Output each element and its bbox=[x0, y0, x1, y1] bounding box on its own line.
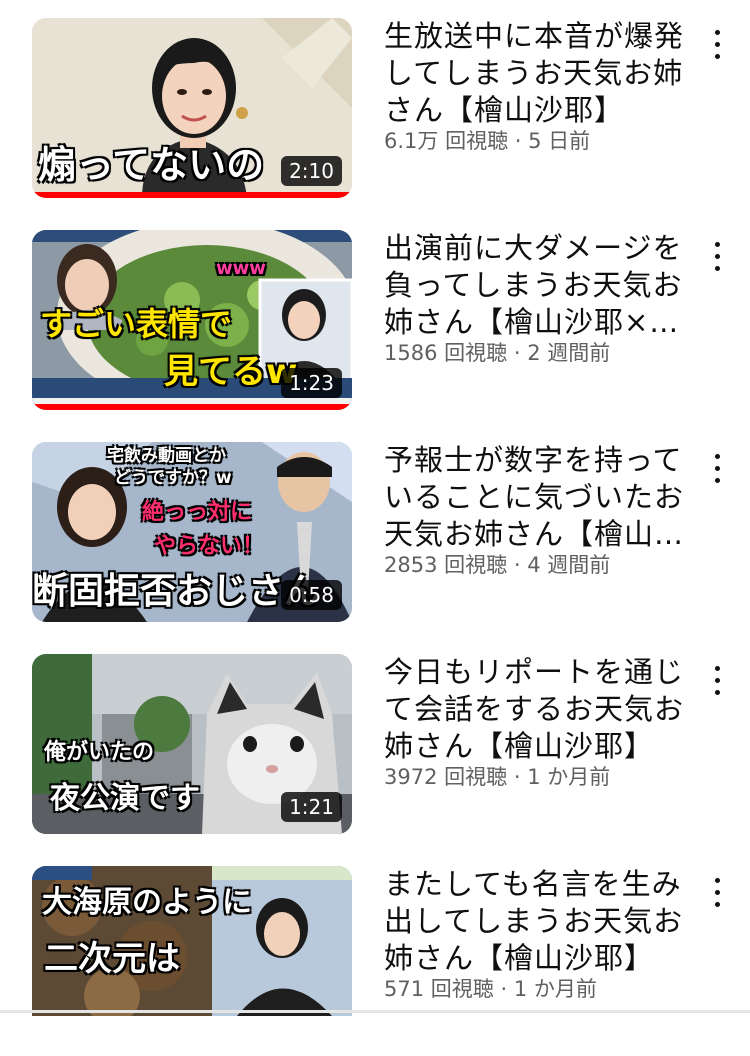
title-line: さん【檜山沙耶】 bbox=[384, 93, 625, 127]
video-title[interactable]: 今日もリポートを通じ て会話をするお天気お 姉さん【檜山沙耶】 bbox=[384, 654, 694, 765]
vertical-ellipsis-icon[interactable] bbox=[706, 452, 730, 488]
title-line: 出してしまうお天気お bbox=[384, 904, 684, 938]
meta-separator: · bbox=[513, 341, 521, 365]
upload-age: 2 週間前 bbox=[527, 341, 611, 365]
title-line: してしまうお天気お姉 bbox=[384, 56, 684, 90]
title-line: またしても名言を生み bbox=[384, 867, 682, 901]
thumbnail-caption: 断固拒否おじさん bbox=[32, 571, 321, 612]
thumbnail-caption: 見てるw bbox=[164, 352, 298, 392]
duration-badge: 1:23 bbox=[281, 368, 342, 398]
title-line: 今日もリポートを通じ bbox=[384, 655, 685, 689]
video-item[interactable]: 大海原のように 二次元は またしても名言を生み 出してしまうお天気お 姉さん【檜… bbox=[0, 866, 750, 1056]
vertical-ellipsis-icon[interactable] bbox=[706, 876, 730, 912]
duration-badge: 2:10 bbox=[281, 156, 342, 186]
title-line: 負ってしまうお天気お bbox=[384, 268, 683, 302]
video-item[interactable]: 宅飲み動画とか どうですか？w 絶っっ対に やらない！ 断固拒否おじさん 0:5… bbox=[0, 442, 750, 632]
video-meta: 6.1万 回視聴 · 5 日前 bbox=[384, 128, 704, 154]
thumbnail-caption: 絶っっ対に bbox=[142, 500, 253, 525]
video-meta: 571 回視聴 · 1 か月前 bbox=[384, 976, 704, 1002]
meta-separator: · bbox=[500, 977, 508, 1001]
view-count: 1586 回視聴 bbox=[384, 341, 508, 365]
vertical-ellipsis-icon[interactable] bbox=[706, 28, 730, 64]
video-thumbnail[interactable]: 俺がいたの 夜公演です 1:21 bbox=[32, 654, 352, 834]
upload-age: 5 日前 bbox=[528, 129, 591, 153]
thumbnail-caption: やらない！ bbox=[154, 534, 265, 559]
upload-age: 4 週間前 bbox=[527, 553, 611, 577]
video-item[interactable]: www すごい表情で 見てるw 1:23 出演前に大ダメージを 負ってしまうお天… bbox=[0, 230, 750, 420]
thumbnail-caption: 俺がいたの bbox=[44, 740, 155, 765]
watch-progress-bar bbox=[32, 192, 352, 198]
title-line: 天気お姉さん【檜山… bbox=[384, 517, 685, 551]
view-count: 571 回視聴 bbox=[384, 977, 494, 1001]
upload-age: 1 か月前 bbox=[513, 977, 597, 1001]
duration-badge: 0:58 bbox=[281, 580, 342, 610]
view-count: 6.1万 回視聴 bbox=[384, 129, 509, 153]
title-line: 姉さん【檜山沙耶×… bbox=[384, 305, 680, 339]
meta-separator: · bbox=[514, 129, 522, 153]
title-line: 生放送中に本音が爆発 bbox=[384, 19, 685, 53]
upload-age: 1 か月前 bbox=[527, 765, 611, 789]
view-count: 2853 回視聴 bbox=[384, 553, 508, 577]
title-line: 予報士が数字を持って bbox=[384, 443, 683, 477]
title-line: 姉さん【檜山沙耶】 bbox=[384, 941, 655, 975]
video-thumbnail[interactable]: 煽ってないの 2:10 bbox=[32, 18, 352, 198]
video-meta: 1586 回視聴 · 2 週間前 bbox=[384, 340, 704, 366]
thumbnail-caption: 夜公演です bbox=[50, 781, 200, 816]
video-item[interactable]: 俺がいたの 夜公演です 1:21 今日もリポートを通じ て会話をするお天気お 姉… bbox=[0, 654, 750, 844]
video-title[interactable]: 予報士が数字を持って いることに気づいたお 天気お姉さん【檜山… bbox=[384, 442, 694, 553]
video-item[interactable]: 煽ってないの 2:10 生放送中に本音が爆発 してしまうお天気お姉 さん【檜山沙… bbox=[0, 18, 750, 208]
video-meta: 3972 回視聴 · 1 か月前 bbox=[384, 764, 704, 790]
thumbnail-caption: どうですか？w bbox=[114, 468, 232, 488]
duration-badge: 1:21 bbox=[281, 792, 342, 822]
watch-progress-bar bbox=[32, 404, 352, 410]
video-meta: 2853 回視聴 · 4 週間前 bbox=[384, 552, 704, 578]
video-title[interactable]: 出演前に大ダメージを 負ってしまうお天気お 姉さん【檜山沙耶×… bbox=[384, 230, 694, 341]
title-line: て会話をするお天気お bbox=[384, 692, 685, 726]
thumbnail-caption: www bbox=[216, 258, 266, 279]
video-thumbnail[interactable]: www すごい表情で 見てるw 1:23 bbox=[32, 230, 352, 410]
thumbnail-caption: 大海原のように bbox=[42, 885, 252, 920]
thumbnail-caption: 宅飲み動画とか bbox=[107, 446, 226, 466]
video-thumbnail[interactable]: 宅飲み動画とか どうですか？w 絶っっ対に やらない！ 断固拒否おじさん 0:5… bbox=[32, 442, 352, 622]
video-title[interactable]: 生放送中に本音が爆発 してしまうお天気お姉 さん【檜山沙耶】 bbox=[384, 18, 694, 129]
title-line: いることに気づいたお bbox=[384, 480, 685, 514]
vertical-ellipsis-icon[interactable] bbox=[706, 240, 730, 276]
video-title[interactable]: またしても名言を生み 出してしまうお天気お 姉さん【檜山沙耶】 bbox=[384, 866, 694, 977]
meta-separator: · bbox=[513, 553, 521, 577]
view-count: 3972 回視聴 bbox=[384, 765, 508, 789]
meta-separator: · bbox=[513, 765, 521, 789]
vertical-ellipsis-icon[interactable] bbox=[706, 664, 730, 700]
title-line: 姉さん【檜山沙耶】 bbox=[384, 729, 655, 763]
thumbnail-caption: すごい表情で bbox=[40, 305, 233, 343]
title-line: 出演前に大ダメージを bbox=[384, 231, 683, 265]
thumbnail-caption: 二次元は bbox=[44, 939, 180, 979]
thumbnail-caption: 煽ってないの bbox=[38, 143, 265, 187]
video-thumbnail[interactable]: 大海原のように 二次元は bbox=[32, 866, 352, 1016]
